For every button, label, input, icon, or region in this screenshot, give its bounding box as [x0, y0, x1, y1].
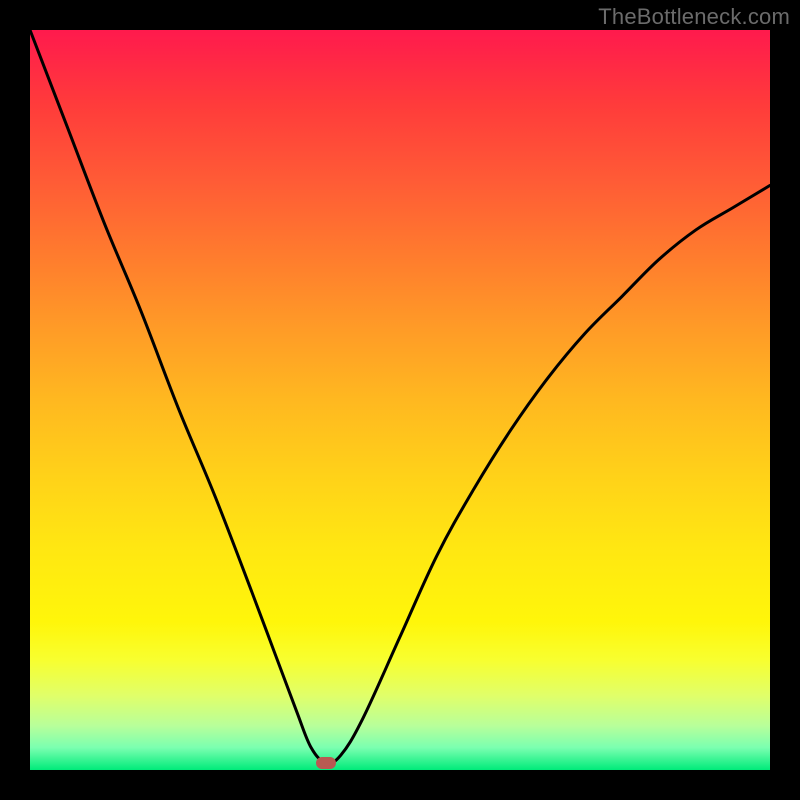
chart-frame: TheBottleneck.com [0, 0, 800, 800]
plot-area [30, 30, 770, 770]
watermark-text: TheBottleneck.com [598, 4, 790, 30]
minimum-marker [316, 757, 336, 769]
bottleneck-curve-path [30, 30, 770, 763]
curve-svg [30, 30, 770, 770]
